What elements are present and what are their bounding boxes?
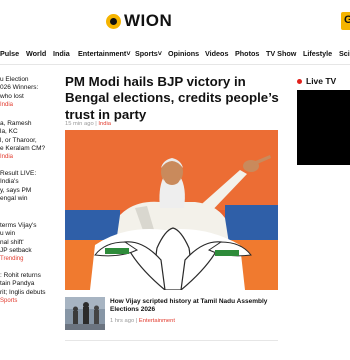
- sub-story-category[interactable]: Entertainment: [139, 318, 175, 324]
- left-story-title[interactable]: : Rohit returns tain Pandya rit; Inglis …: [0, 272, 52, 297]
- site-header: WION G: [0, 0, 350, 44]
- main-story-category[interactable]: India: [98, 121, 111, 127]
- left-story[interactable]: terms Vijay's u win nal shift' JP setbac…: [0, 222, 52, 262]
- live-tv-heading[interactable]: Live TV: [297, 76, 336, 86]
- nav-item-india[interactable]: India: [53, 49, 70, 58]
- left-story-title[interactable]: Result LIVE: India's y, says PM engal wi…: [0, 170, 52, 203]
- left-story[interactable]: a, Ramesh la, KC l, or Tharoor, e Kerala…: [0, 120, 52, 160]
- left-story-title[interactable]: u Election 026 Winners: who lost: [0, 76, 52, 101]
- left-story-category[interactable]: Trending: [0, 256, 52, 262]
- divider: [65, 340, 278, 341]
- main-story[interactable]: PM Modi hails BJP victory in Bengal elec…: [65, 74, 283, 123]
- nav-item-scie[interactable]: Scie: [339, 49, 350, 58]
- nav-item-opinions[interactable]: Opinions: [168, 49, 199, 58]
- left-story[interactable]: : Rohit returns tain Pandya rit; Inglis …: [0, 272, 52, 304]
- sub-story-thumbnail[interactable]: [65, 297, 105, 330]
- wion-logo[interactable]: WION: [106, 11, 172, 31]
- main-nav: Pulse World India Entertainment˅ Sports˅ Opin…: [0, 44, 350, 65]
- nav-item-tvshow[interactable]: TV Show: [266, 49, 296, 58]
- sub-story-thumbnail-illustration: [65, 297, 105, 330]
- nav-item-lifestyle[interactable]: Lifestyle: [303, 49, 332, 58]
- nav-item-videos[interactable]: Videos: [205, 49, 228, 58]
- left-story-category[interactable]: Sports: [0, 298, 52, 304]
- nav-item-pulse[interactable]: Pulse: [0, 49, 19, 58]
- left-story-category[interactable]: India: [0, 154, 52, 160]
- main-story-time: 15 min ago: [65, 121, 94, 127]
- brand-name: WION: [124, 11, 173, 30]
- sub-story-meta: 1 hrs ago | Entertainment: [110, 318, 175, 324]
- main-story-meta: 15 min ago | India: [65, 121, 111, 127]
- live-tv-label: Live TV: [306, 76, 337, 86]
- nav-item-sports[interactable]: Sports˅: [135, 49, 162, 58]
- nav-item-entertainment[interactable]: Entertainment˅: [78, 49, 131, 58]
- sub-story-time: 1 hrs ago: [110, 318, 135, 324]
- hero-illustration: [65, 130, 278, 290]
- app-badge-icon[interactable]: G: [341, 12, 350, 30]
- left-story-title[interactable]: terms Vijay's u win nal shift' JP setbac…: [0, 222, 52, 255]
- left-story[interactable]: u Election 026 Winners: who lost India: [0, 76, 52, 108]
- nav-item-photos[interactable]: Photos: [235, 49, 259, 58]
- wion-logo-icon: [106, 13, 121, 29]
- nav-item-world[interactable]: World: [26, 49, 46, 58]
- live-tv-player[interactable]: [297, 90, 350, 165]
- left-story-title[interactable]: a, Ramesh la, KC l, or Tharoor, e Kerala…: [0, 120, 52, 153]
- sub-story[interactable]: How Vijay scripted history at Tamil Nadu…: [65, 297, 278, 333]
- main-headline[interactable]: PM Modi hails BJP victory in Bengal elec…: [65, 74, 283, 123]
- app-badge-letter: G: [344, 14, 350, 26]
- hero-image[interactable]: [65, 130, 278, 290]
- left-story-column: u Election 026 Winners: who lost India a, …: [0, 68, 52, 360]
- live-dot-icon: [297, 78, 302, 84]
- left-story[interactable]: Result LIVE: India's y, says PM engal wi…: [0, 170, 52, 203]
- left-story-category[interactable]: India: [0, 102, 52, 108]
- sub-story-title[interactable]: How Vijay scripted history at Tamil Nadu…: [110, 298, 278, 315]
